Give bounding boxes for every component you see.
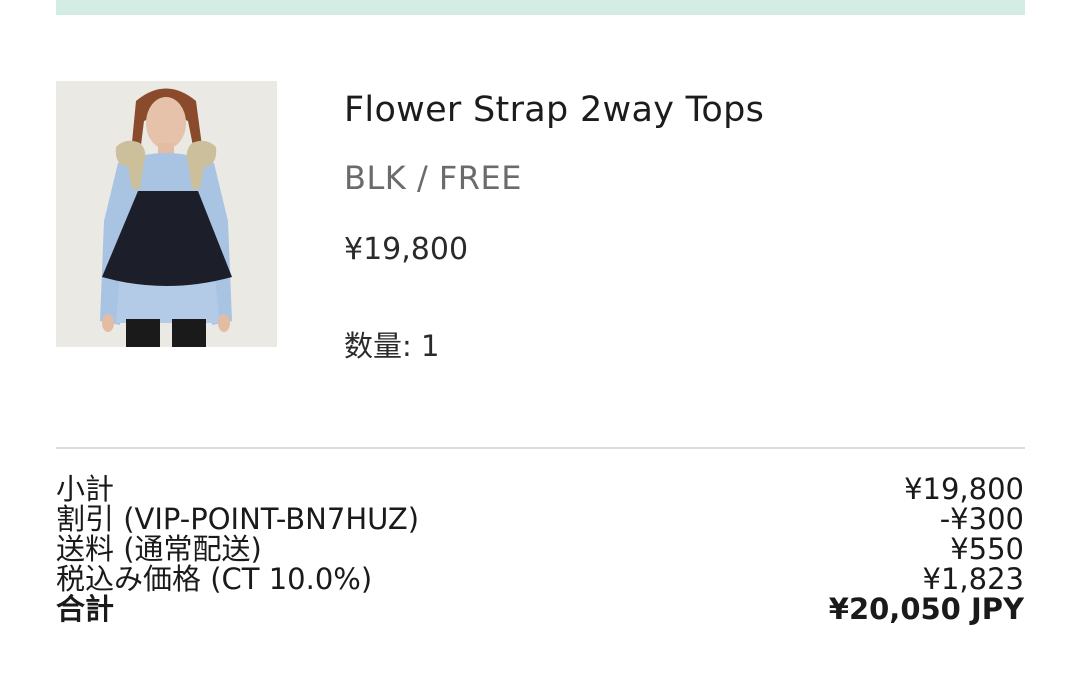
product-variant: BLK / FREE	[344, 159, 522, 197]
summary-row-total: 合計 ¥20,050 JPY	[56, 594, 1024, 624]
summary-value: ¥19,800	[904, 472, 1024, 506]
summary-label: 送料 (通常配送)	[56, 532, 262, 566]
summary-value: ¥550	[950, 532, 1024, 566]
summary-row-shipping: 送料 (通常配送) ¥550	[56, 534, 1024, 564]
summary-label: 割引 (VIP-POINT-BN7HUZ)	[56, 502, 420, 536]
summary-row-discount: 割引 (VIP-POINT-BN7HUZ) -¥300	[56, 504, 1024, 534]
summary-label: 小計	[56, 472, 115, 506]
total-value: ¥20,050 JPY	[828, 592, 1024, 626]
product-photo-illustration	[56, 81, 277, 347]
summary-row-tax: 税込み価格 (CT 10.0%) ¥1,823	[56, 564, 1024, 594]
divider	[56, 447, 1025, 449]
order-summary: 小計 ¥19,800 割引 (VIP-POINT-BN7HUZ) -¥300 送…	[56, 474, 1024, 624]
summary-row-subtotal: 小計 ¥19,800	[56, 474, 1024, 504]
top-banner	[56, 0, 1025, 15]
summary-value: -¥300	[939, 502, 1024, 536]
product-name: Flower Strap 2way Tops	[344, 90, 765, 130]
product-image	[56, 81, 277, 347]
product-price: ¥19,800	[344, 232, 469, 267]
total-label: 合計	[56, 592, 115, 626]
product-quantity: 数量: 1	[344, 329, 440, 363]
summary-value: ¥1,823	[922, 562, 1024, 596]
summary-label: 税込み価格 (CT 10.0%)	[56, 562, 373, 596]
